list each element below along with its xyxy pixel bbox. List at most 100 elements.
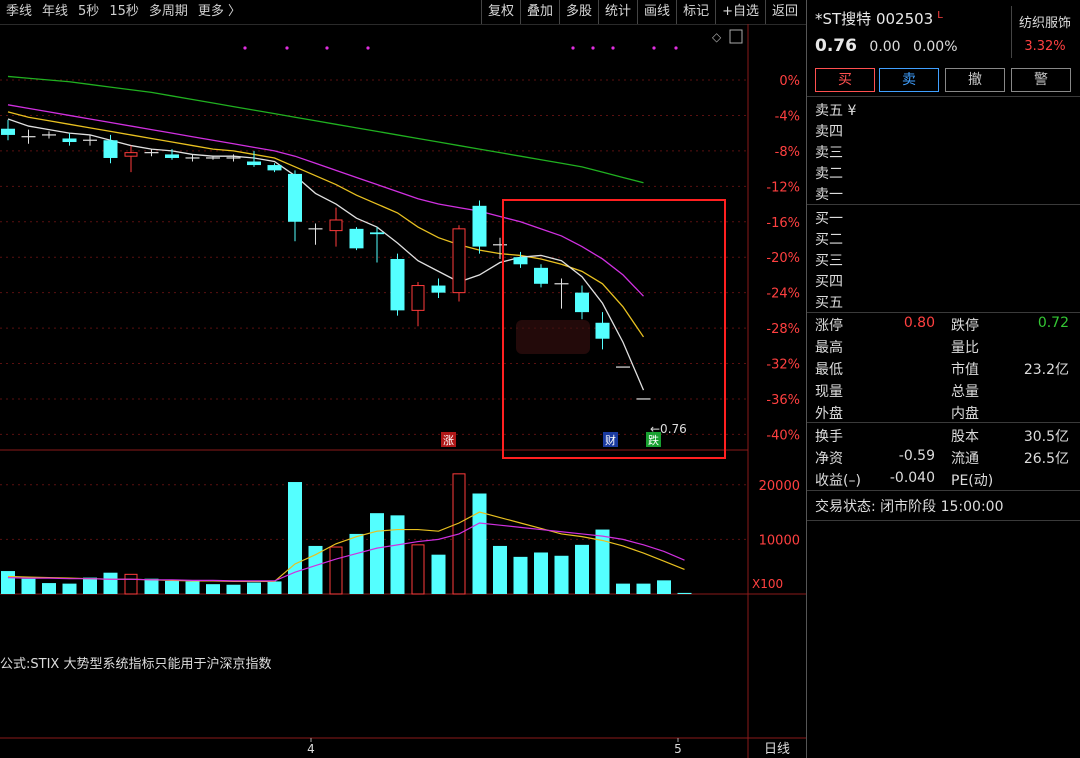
toolbar-button[interactable]: 统计 bbox=[598, 0, 637, 24]
toolbar-button[interactable]: 复权 bbox=[480, 0, 520, 24]
quote-label: 最低 bbox=[815, 362, 843, 378]
buy-button[interactable]: 买 bbox=[815, 68, 875, 92]
finance-label: 净资 bbox=[815, 451, 843, 467]
volume-tick: 20000 bbox=[759, 479, 800, 494]
finance-value: -0.59 bbox=[898, 448, 935, 464]
quote-label: 涨停 bbox=[815, 318, 843, 334]
volume-bar bbox=[83, 577, 97, 594]
candle-body bbox=[472, 205, 487, 247]
volume-bar bbox=[636, 583, 651, 594]
period-tab[interactable]: 多周期 bbox=[149, 0, 188, 24]
divider bbox=[807, 520, 1080, 521]
y-tick-label: -16% bbox=[766, 216, 800, 231]
volume-bar bbox=[431, 554, 446, 594]
sell-button[interactable]: 卖 bbox=[879, 68, 939, 92]
price-change-pct: 0.00% bbox=[913, 39, 958, 55]
divider bbox=[807, 312, 1080, 313]
limit-up-tag: 涨 bbox=[443, 434, 454, 447]
volume-bar bbox=[308, 545, 323, 594]
volume-bar bbox=[21, 578, 36, 594]
volume-bar bbox=[616, 583, 630, 594]
candle-body bbox=[1, 128, 15, 135]
signal-dot bbox=[674, 46, 678, 50]
sector-pct: 3.32% bbox=[1024, 39, 1066, 54]
sell-level: 卖三 bbox=[815, 145, 843, 161]
period-tab[interactable]: 15秒 bbox=[109, 0, 139, 24]
quote-label: 量比 bbox=[951, 340, 979, 356]
candle-body bbox=[165, 154, 179, 158]
finance-label: 收益(–) bbox=[815, 473, 861, 489]
finance-label: PE(动) bbox=[951, 473, 994, 489]
volume-bar bbox=[226, 584, 241, 594]
candle-body bbox=[575, 292, 589, 313]
cancel-button[interactable]: 撤 bbox=[945, 68, 1005, 92]
finance-label: 流通 bbox=[951, 451, 979, 467]
volume-bar bbox=[554, 555, 569, 594]
period-tab[interactable]: 5秒 bbox=[78, 0, 99, 24]
volume-bar bbox=[185, 581, 200, 594]
price-line: 0.76 0.00 0.00% bbox=[815, 36, 958, 56]
candle-body bbox=[452, 228, 466, 294]
sell-level: 卖二 bbox=[815, 166, 843, 182]
candle-body bbox=[411, 285, 425, 311]
kline-chart[interactable]: 0% -4% -8% -12% -16% -20% -24% -28% -32% -36% -40%… bbox=[0, 24, 806, 758]
signal-dot bbox=[366, 46, 370, 50]
diamond-icon: ◇ bbox=[712, 30, 722, 44]
volume-bar bbox=[62, 583, 77, 594]
panel-toggle-icon bbox=[729, 29, 743, 44]
sector-box[interactable]: 纺织服饰 3.32% bbox=[1011, 6, 1078, 58]
y-tick-label: 0% bbox=[779, 74, 800, 89]
volume-bar bbox=[42, 583, 56, 594]
quote-value: 23.2亿 bbox=[1023, 362, 1069, 378]
candle-body bbox=[267, 165, 282, 171]
finance-value: -0.040 bbox=[889, 470, 935, 486]
y-tick-label: -32% bbox=[766, 358, 800, 373]
toolbar-button[interactable]: +自选 bbox=[715, 0, 765, 24]
toolbar-button[interactable]: 叠加 bbox=[520, 0, 559, 24]
formula-note: 公式:STIX 大势型系统指标只能用于沪深京指数 bbox=[0, 656, 271, 672]
y-tick-label: -40% bbox=[766, 428, 800, 443]
period-tab[interactable]: 季线 bbox=[6, 0, 32, 24]
toolbar-button[interactable]: 多股 bbox=[559, 0, 598, 24]
volume-bar bbox=[349, 533, 364, 594]
x-tick-label: 4 bbox=[307, 742, 315, 756]
quote-panel: *ST搜特 002503 L 0.76 0.00 0.00% 纺织服饰 3.32%… bbox=[806, 0, 1080, 758]
signal-dot bbox=[591, 46, 595, 50]
divider bbox=[807, 204, 1080, 205]
volume-bar bbox=[411, 544, 425, 595]
toolbar-button[interactable]: 标记 bbox=[676, 0, 715, 24]
last-price-label: ←0.76 bbox=[650, 422, 687, 436]
volume-bar bbox=[534, 552, 548, 594]
quote-label: 市值 bbox=[951, 362, 979, 378]
quote-label: 跌停 bbox=[951, 318, 979, 334]
period-tab[interactable]: 年线 bbox=[42, 0, 68, 24]
quote-label: 总量 bbox=[951, 384, 979, 400]
flag-badge: L bbox=[937, 10, 943, 21]
x-tick-label: 5 bbox=[674, 742, 682, 756]
alert-button[interactable]: 警 bbox=[1011, 68, 1071, 92]
buy-level: 买五 bbox=[815, 295, 843, 311]
quote-label: 现量 bbox=[815, 384, 843, 400]
candle-body bbox=[288, 173, 302, 222]
volume-bar bbox=[144, 578, 159, 594]
volume-bar bbox=[513, 556, 528, 594]
volume-bar bbox=[124, 573, 138, 595]
sell-level: 卖五 ¥ bbox=[815, 103, 857, 119]
signal-dot bbox=[611, 46, 615, 50]
toolbar-button[interactable]: 画线 bbox=[637, 0, 676, 24]
volume-tick: 10000 bbox=[759, 533, 800, 548]
volume-bar bbox=[1, 571, 15, 594]
period-tab[interactable]: 更多 〉 bbox=[198, 0, 241, 24]
volume-bar bbox=[247, 582, 261, 594]
volume-bar bbox=[165, 580, 179, 594]
volume-bar bbox=[370, 513, 384, 594]
candle-body bbox=[103, 140, 118, 158]
quote-value: 0.80 bbox=[903, 315, 935, 331]
candle-body bbox=[247, 161, 261, 166]
volume-bar bbox=[472, 493, 487, 594]
volume-bar bbox=[657, 580, 671, 594]
volume-bar bbox=[390, 515, 405, 594]
toolbar-button[interactable]: 返回 bbox=[764, 0, 804, 24]
finance-value: 26.5亿 bbox=[1023, 451, 1069, 467]
quote-label: 内盘 bbox=[951, 406, 979, 422]
